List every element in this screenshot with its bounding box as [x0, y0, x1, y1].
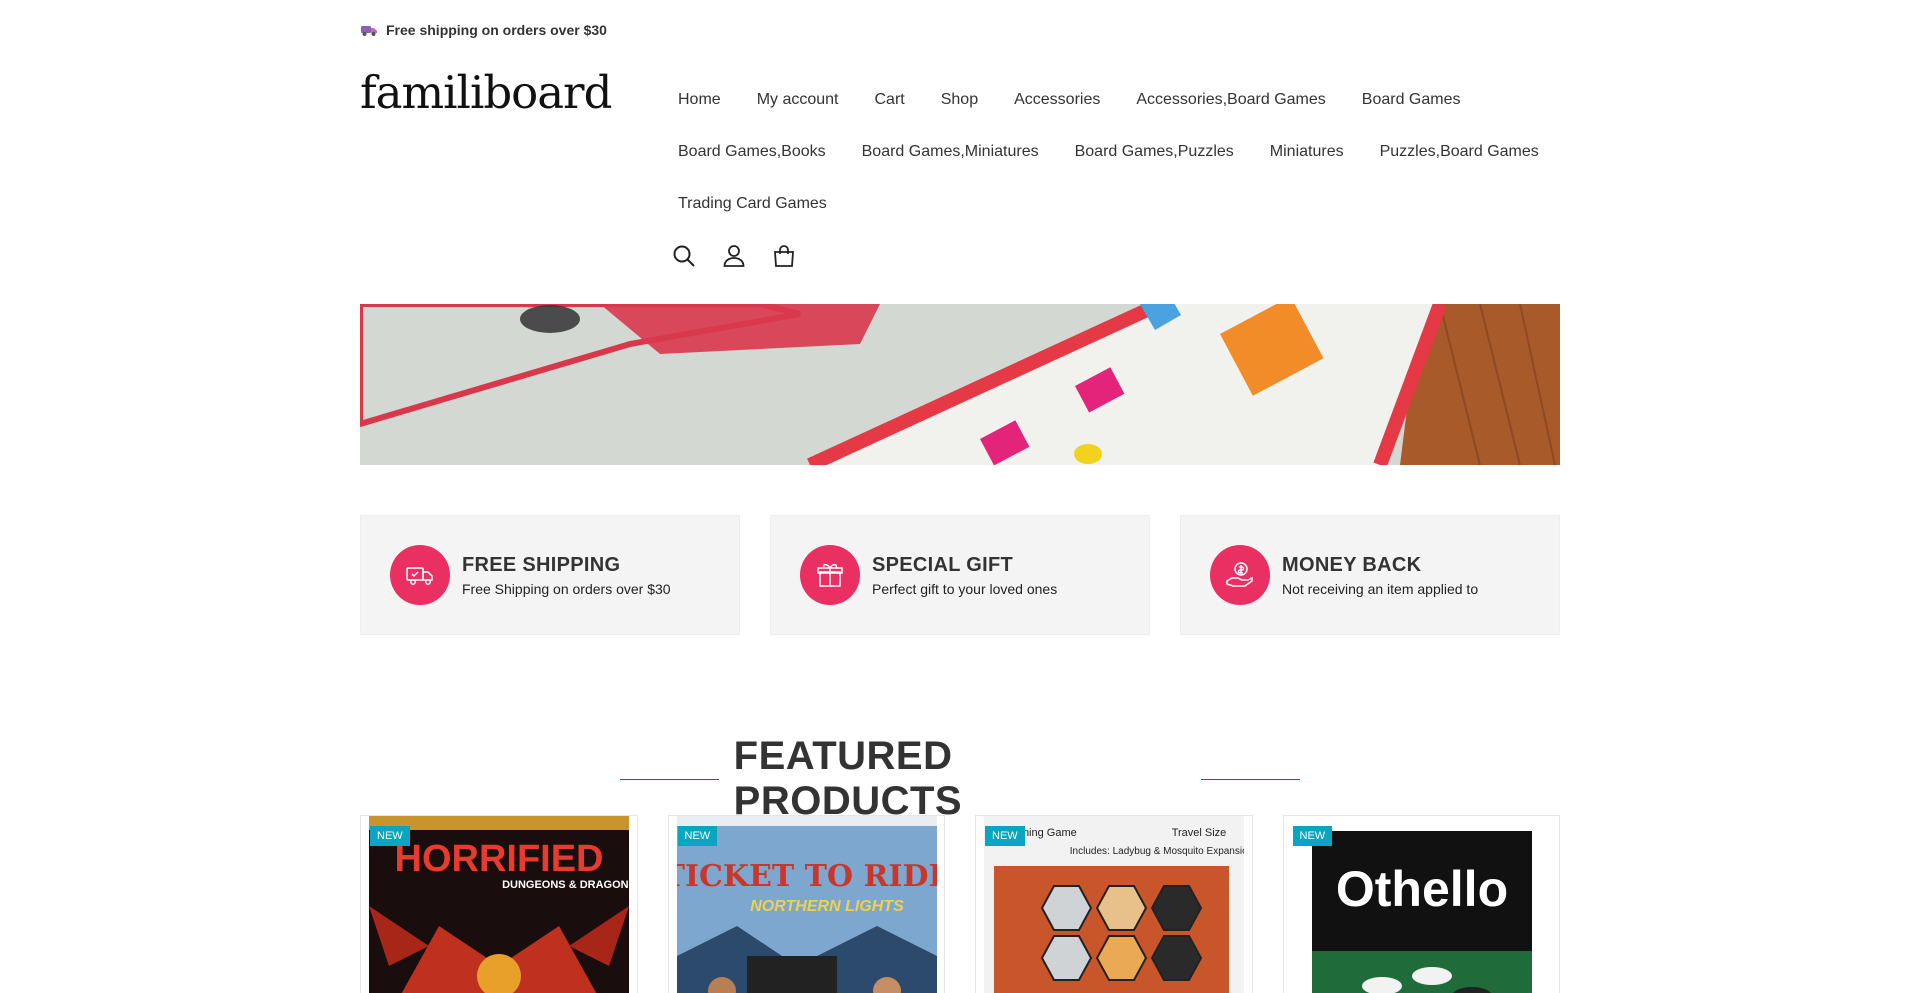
nav-item-board-games-puzzles[interactable]: Board Games,Puzzles — [1075, 143, 1234, 161]
bag-icon[interactable] — [772, 244, 796, 268]
nav-item-board-games-miniatures[interactable]: Board Games,Miniatures — [862, 143, 1039, 161]
shipping-truck-icon — [360, 23, 378, 37]
product-image-subtitle: Travel Size — [1172, 827, 1227, 839]
topbar: Free shipping on orders over $30 — [360, 22, 607, 38]
product-image-title: Othello — [1335, 861, 1507, 917]
nav-item-board-games-books[interactable]: Board Games,Books — [678, 143, 826, 161]
nav-item-miniatures[interactable]: Miniatures — [1270, 143, 1344, 161]
hero-banner-image[interactable] — [360, 304, 1560, 465]
product-card[interactable]: NEW TICKET TO RIDE NORTHERN LIGHTS — [667, 815, 945, 993]
nav-item-accessories[interactable]: Accessories — [1014, 91, 1100, 109]
feature-title: SPECIAL GIFT — [872, 553, 1014, 576]
nav-item-board-games[interactable]: Board Games — [1362, 91, 1461, 109]
title-divider-left — [620, 778, 719, 780]
gift-icon — [800, 545, 860, 605]
new-badge: NEW — [370, 826, 410, 846]
nav-item-trading-card-games[interactable]: Trading Card Games — [678, 195, 827, 213]
feature-money-back: MONEY BACK Not receiving an item applied… — [1180, 515, 1560, 635]
nav-item-my-account[interactable]: My account — [757, 91, 839, 109]
product-card[interactable]: NEW Winning Game Travel Size Includes: L… — [975, 815, 1253, 993]
product-image-subtitle: DUNGEONS & DRAGONS — [502, 879, 629, 891]
product-grid: NEW HORRIFIED DUNGEONS & DRAGONS NEW TIC… — [360, 815, 1560, 993]
site-logo[interactable]: familiboard — [360, 66, 612, 119]
product-card[interactable]: NEW HORRIFIED DUNGEONS & DRAGONS — [360, 815, 638, 993]
product-card[interactable]: NEW Othello — [1282, 815, 1560, 993]
feature-title: MONEY BACK — [1282, 553, 1422, 576]
header-icons — [672, 244, 796, 268]
new-badge: NEW — [1292, 826, 1333, 846]
featured-products-heading: FEATURED PRODUCTS — [620, 734, 1300, 824]
nav-item-shop[interactable]: Shop — [941, 91, 978, 109]
feature-free-shipping: FREE SHIPPING Free Shipping on orders ov… — [360, 515, 740, 635]
nav-item-home[interactable]: Home — [678, 91, 721, 109]
new-badge: NEW — [985, 826, 1025, 846]
feature-subtitle: Not receiving an item applied to — [1282, 580, 1479, 597]
product-image-caption: Includes: Ladybug & Mosquito Expansions — [1070, 846, 1244, 857]
truck-icon — [390, 545, 450, 605]
nav-item-puzzles-board-games[interactable]: Puzzles,Board Games — [1380, 143, 1539, 161]
main-nav: Home My account Cart Shop Accessories Ac… — [678, 74, 1558, 230]
product-image-title: HORRIFIED — [395, 838, 604, 880]
nav-row: Board Games,Books Board Games,Miniatures… — [678, 126, 1558, 178]
user-icon[interactable] — [722, 244, 746, 268]
section-title: FEATURED PRODUCTS — [733, 734, 963, 823]
feature-special-gift: SPECIAL GIFT Perfect gift to your loved … — [770, 515, 1150, 635]
nav-row: Trading Card Games — [678, 178, 1558, 230]
features: FREE SHIPPING Free Shipping on orders ov… — [360, 515, 1560, 635]
feature-subtitle: Free Shipping on orders over $30 — [462, 580, 671, 597]
product-image-title: TICKET TO RIDE — [677, 859, 937, 894]
topbar-text: Free shipping on orders over $30 — [386, 22, 607, 38]
search-icon[interactable] — [672, 244, 696, 268]
nav-row: Home My account Cart Shop Accessories Ac… — [678, 74, 1558, 126]
product-image-subtitle: NORTHERN LIGHTS — [750, 898, 904, 915]
new-badge: NEW — [677, 826, 718, 846]
feature-title: FREE SHIPPING — [462, 553, 621, 576]
nav-item-accessories-board-games[interactable]: Accessories,Board Games — [1136, 91, 1325, 109]
title-divider-right — [1201, 778, 1300, 780]
nav-item-cart[interactable]: Cart — [875, 91, 905, 109]
feature-subtitle: Perfect gift to your loved ones — [872, 580, 1058, 597]
money-hand-icon — [1210, 545, 1270, 605]
